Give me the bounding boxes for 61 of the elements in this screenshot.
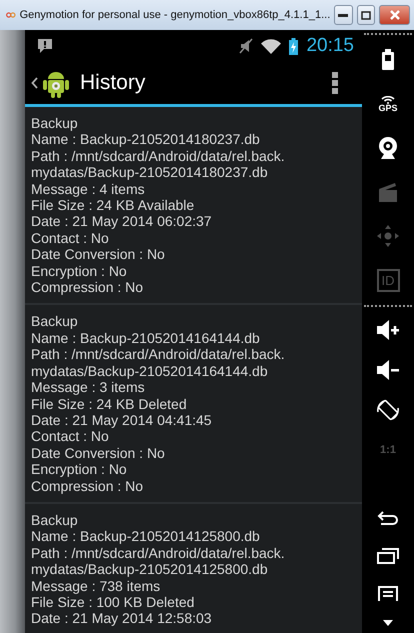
caret-icon: [383, 620, 393, 626]
recent-apps-icon: [377, 548, 399, 564]
backup-detail: File Size : 100 KB Deleted: [31, 594, 196, 610]
backup-detail: Contact : No: [31, 428, 110, 445]
rotate-icon: [375, 397, 401, 423]
maximize-button[interactable]: [356, 5, 376, 25]
backup-detail: Message : 4 items: [31, 180, 146, 198]
backup-detail: Date Conversion : No: [31, 444, 166, 462]
backup-detail: Path : /mnt/sdcard/Android/data/rel.back.: [31, 544, 286, 562]
app-logo-icon: [6, 11, 16, 19]
backup-detail: mydatas/Backup-21052014180237.db: [31, 164, 269, 181]
backup-detail: Compression : No: [31, 478, 144, 494]
backup-detail: mydatas/Backup-21052014125800.db: [31, 561, 269, 578]
overflow-menu-icon[interactable]: [332, 72, 338, 94]
backup-detail: Message : 3 items: [31, 379, 146, 396]
backup-detail: Name : Backup-21052014164144.db: [31, 330, 261, 346]
volume-up-icon: [376, 319, 400, 341]
notification-icon: [37, 38, 53, 54]
screen-title: History: [80, 71, 146, 95]
battery-icon: [381, 49, 395, 71]
backup-detail: Compression : No: [31, 279, 144, 296]
minimize-icon: [338, 14, 348, 16]
back-chevron-icon[interactable]: [31, 77, 38, 89]
backup-detail: Name : Backup-21052014180237.db: [31, 131, 261, 148]
minimize-button[interactable]: [334, 5, 353, 25]
backup-card[interactable]: [25, 107, 362, 306]
backup-detail: File Size : 24 KB Deleted: [31, 396, 188, 412]
muted-icon: [239, 38, 254, 54]
backup-detail: Encryption : No: [31, 461, 128, 478]
backup-detail: Path : /mnt/sdcard/Android/data/rel.back.: [31, 148, 286, 164]
maximize-icon: [360, 10, 371, 20]
backup-heading: Backup: [31, 115, 79, 132]
webcam-icon: [378, 136, 398, 160]
backup-detail: Path : /mnt/sdcard/Android/data/rel.back.: [31, 346, 286, 363]
backup-detail: Date : 21 May 2014 12:58:03: [31, 610, 213, 627]
clock-time: 20:15: [306, 35, 354, 57]
backup-detail: Date : 21 May 2014 04:41:45: [31, 412, 213, 428]
window-title: Genymotion for personal use - genymotion_vbox86tp_4.1.1_1...: [20, 9, 330, 21]
dpad-icon: [376, 224, 400, 248]
backup-heading: Backup: [31, 512, 79, 528]
backup-detail: Contact : No: [31, 230, 110, 246]
backup-heading: Backup: [31, 313, 79, 330]
backup-detail: mydatas/Backup-21052014164144.db: [31, 362, 269, 380]
backup-card[interactable]: Backup Name : Backup-21052014125800.db Path : /mnt/sdcard/Android/data/rel.back. mydatas/Backup-21052014125800.db Message : 738 items File Size : 100 KB Deleted Date : 21 May 2014 12:58:03: [25, 504, 362, 633]
backup-detail: Name : Backup-21052014125800.db: [31, 528, 261, 545]
gps-signal-icon: [381, 96, 395, 104]
battery-charging-icon: [289, 38, 298, 54]
backup-detail: Encryption : No: [31, 262, 128, 280]
backup-detail: File Size : 24 KB Available: [31, 197, 196, 214]
wifi-icon: [261, 38, 282, 54]
gps-button[interactable]: GPS: [364, 82, 412, 126]
close-button[interactable]: [379, 5, 410, 25]
volume-down-icon: [376, 359, 400, 381]
menu-icon: [378, 586, 398, 602]
backup-detail: Date : 21 May 2014 06:02:37: [31, 213, 213, 230]
clapperboard-icon: [378, 181, 398, 203]
backup-card[interactable]: [25, 305, 362, 504]
backup-detail: Message : 738 items: [31, 578, 162, 594]
backup-detail: Date Conversion : No: [31, 246, 166, 263]
close-icon: [390, 10, 400, 20]
back-icon: [377, 511, 399, 525]
